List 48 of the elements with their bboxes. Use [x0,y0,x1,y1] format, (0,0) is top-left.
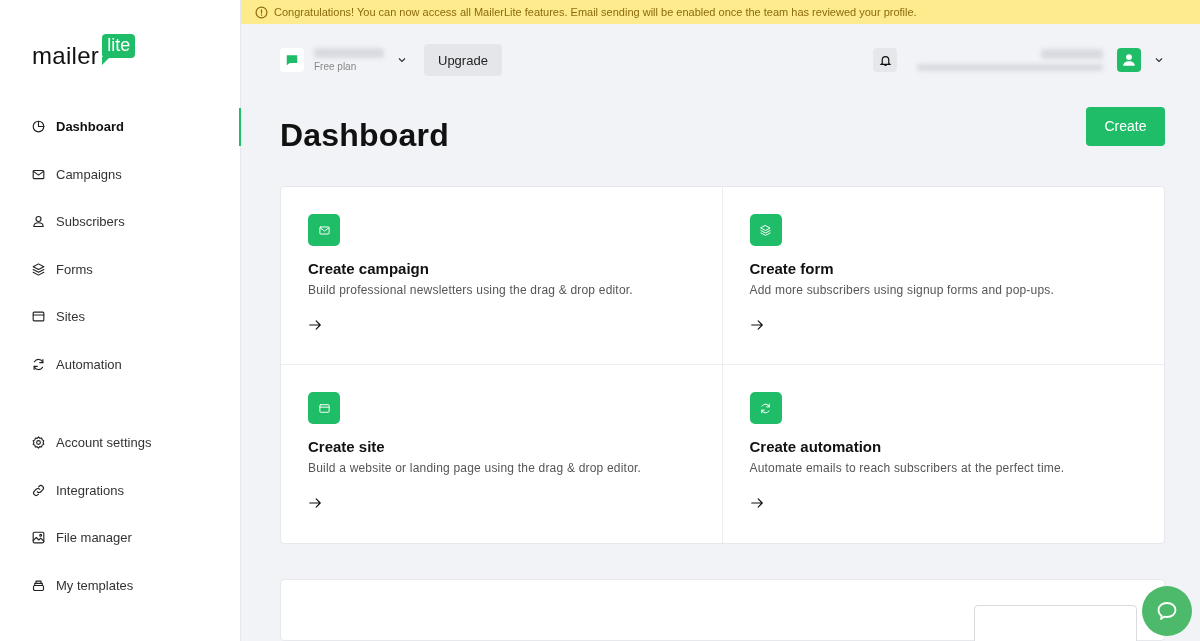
sidebar-item[interactable]: Campaigns [0,150,240,198]
arrow-right-icon[interactable] [749,496,764,510]
browser-icon [317,401,331,415]
arrow-right-icon[interactable] [308,496,322,510]
speech-bubble-icon [1155,599,1179,623]
page-title: Dashboard [280,116,449,154]
refresh-icon [31,356,46,372]
browser-icon [31,309,46,325]
arrow-right-icon[interactable] [749,318,764,332]
image-icon [31,530,46,546]
sidebar-item[interactable]: File manager [0,514,240,562]
action-title: Create campaign [308,260,430,277]
upgrade-button[interactable]: Upgrade [424,44,502,76]
sidebar-item[interactable]: Subscribers [0,198,240,246]
redacted-text [1041,49,1103,59]
action-description: Build professional newsletters using the drag & drop editor. [308,283,634,297]
action-description: Add more subscribers using signup forms and pop-ups. [749,283,1056,297]
chat-icon [285,53,299,67]
action-description: Automate emails to reach subscribers at the perfect time. [749,461,1066,475]
action-title: Create form [749,260,835,277]
sidebar-item[interactable]: Automation [0,340,240,388]
envelope-icon [317,223,331,237]
stack-icon [31,577,46,593]
user-icon [31,214,46,230]
logo: mailer lite [0,34,240,103]
sidebar-item[interactable]: My templates [0,561,240,609]
link-icon [31,482,46,498]
user-icon [1122,53,1136,67]
refresh-icon [759,401,772,415]
notification-button[interactable] [873,48,897,72]
gear-icon [31,435,46,451]
banner-text: Congratulations! You can now access all MailerLite features. Email sending will be enabled once the team has reviewed your profile. [274,6,917,18]
action-title: Create site [308,438,386,455]
redacted-text [314,48,384,58]
sidebar-item[interactable]: Forms [0,245,240,293]
arrow-right-icon[interactable] [308,318,322,332]
action-title: Create automation [749,438,883,455]
sidebar-item[interactable]: Account settings [0,419,240,467]
sidebar-item[interactable]: Dashboard [0,103,240,151]
sidebar-item[interactable]: Integrations [0,466,240,514]
bell-icon [878,53,892,67]
layers-icon [759,223,772,237]
plan-label: Free plan [314,61,358,72]
warning-icon [255,5,268,19]
layers-icon [31,261,46,277]
clock-icon [31,119,46,135]
sidebar-item[interactable]: Sites [0,293,240,341]
action-description: Build a website or landing page using the drag & drop editor. [308,461,643,475]
